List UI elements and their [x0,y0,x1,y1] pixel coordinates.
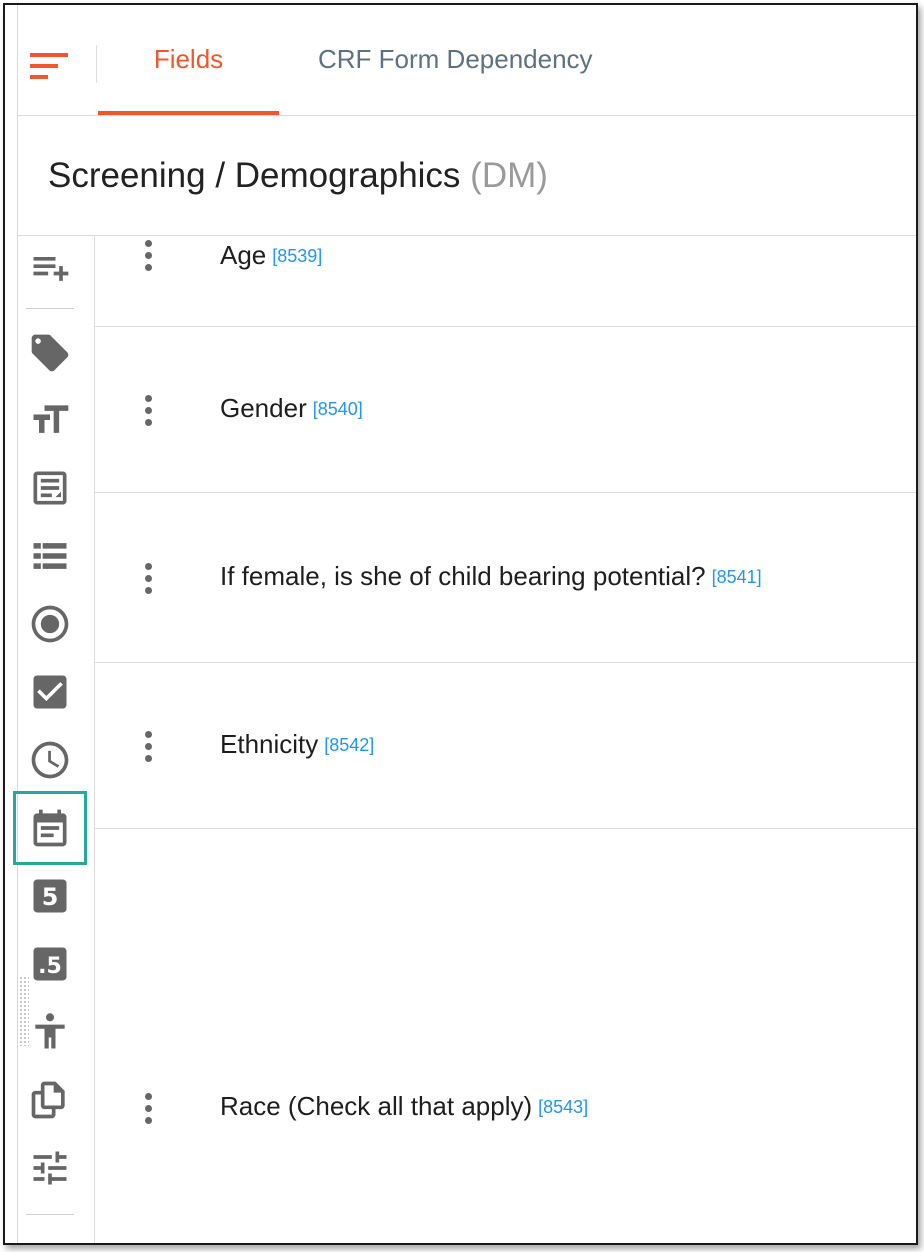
field-name: Ethnicity [220,729,319,759]
body-figure-icon[interactable] [26,1008,74,1056]
more-options-icon[interactable] [137,563,159,599]
list-item[interactable]: Ethnicity [8542] [95,663,916,829]
menu-icon[interactable] [30,53,68,79]
field-id: [8540] [312,399,363,419]
more-options-icon[interactable] [137,1093,159,1129]
text-size-icon[interactable] [26,396,74,444]
app-window: Fields CRF Form Dependency Screening / D… [3,3,918,1245]
list-item[interactable]: If female, is she of child bearing poten… [95,493,916,663]
field-label: Ethnicity [8542] [220,729,374,760]
decimal-icon[interactable]: .5 [26,940,74,988]
calendar-icon[interactable] [13,791,87,865]
svg-text:.5: .5 [38,954,62,979]
field-name: Gender [220,393,307,423]
copy-icon[interactable] [26,1076,74,1124]
field-label: Age [8539] [220,240,322,271]
list-item[interactable]: Age [8539] [95,236,916,327]
field-id: [8543] [538,1097,589,1117]
more-options-icon[interactable] [137,731,159,767]
field-toolbox: 5 .5 [13,236,95,1243]
form-code: (DM) [470,156,548,195]
more-options-icon[interactable] [137,240,159,276]
field-id: [8539] [272,246,323,266]
tab-fields[interactable]: Fields [98,5,279,115]
tab-bar: Fields CRF Form Dependency [18,5,916,116]
field-id: [8541] [711,567,762,587]
tag-icon[interactable] [26,329,74,377]
field-name: If female, is she of child bearing poten… [220,561,706,591]
tab-crf-form-dependency[interactable]: CRF Form Dependency [318,5,618,113]
list-item[interactable]: Race (Check all that apply) [8543] [95,829,916,1243]
toolbox-separator [26,308,74,309]
list-item[interactable]: Gender [8540] [95,327,916,493]
toolbox-separator [26,1214,74,1215]
svg-text:5: 5 [42,883,59,911]
field-name: Age [220,240,267,270]
list-icon[interactable] [26,532,74,580]
field-label: Gender [8540] [220,393,363,424]
field-id: [8542] [324,735,375,755]
form-title-bar: Screening / Demographics (DM) [18,116,916,236]
integer-icon[interactable]: 5 [26,872,74,920]
clock-icon[interactable] [26,736,74,784]
page-title: Screening / Demographics (DM) [48,156,548,196]
field-name: Race (Check all that apply) [220,1091,533,1121]
sliders-icon[interactable] [26,1144,74,1192]
more-options-icon[interactable] [137,395,159,431]
checkbox-icon[interactable] [26,668,74,716]
text-area-icon[interactable] [26,464,74,512]
tab-divider [96,45,97,83]
field-list: Age [8539] Gender [8540] If female, is she… [95,236,916,1243]
radio-icon[interactable] [26,600,74,648]
add-field-icon[interactable] [26,244,74,292]
form-title: Screening / Demographics [48,156,461,195]
field-label: If female, is she of child bearing poten… [220,561,762,592]
field-label: Race (Check all that apply) [8543] [220,1091,588,1122]
